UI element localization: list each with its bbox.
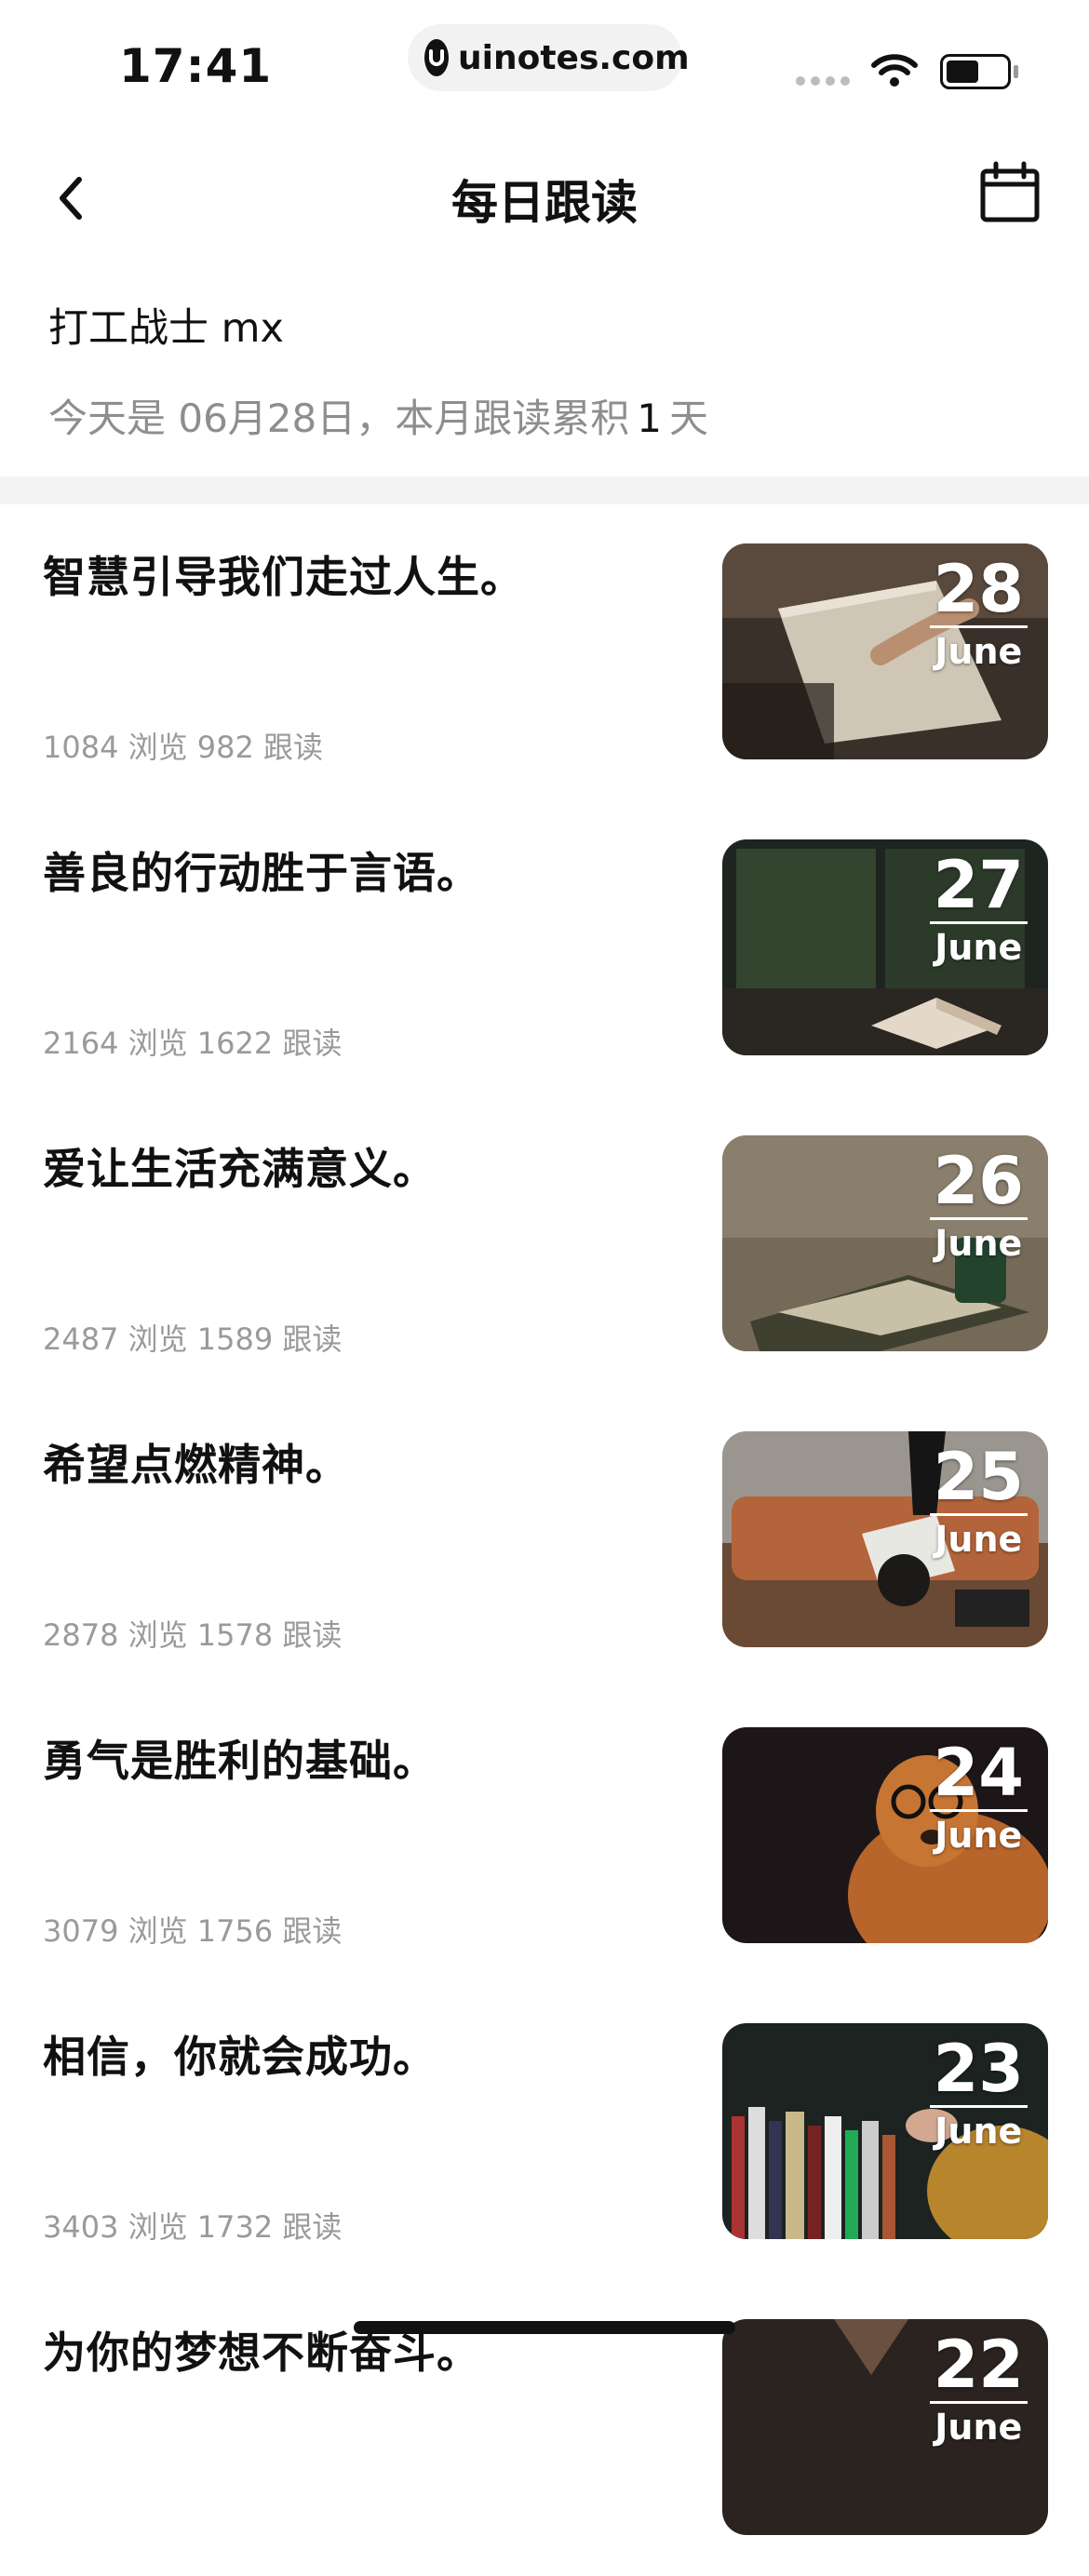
section-divider [0, 476, 1089, 504]
item-thumbnail: 26 June [722, 1135, 1048, 1351]
list-item[interactable]: 善良的行动胜于言语。 2164 浏览 1622 跟读 27 June [0, 800, 1089, 1096]
home-indicator[interactable] [354, 2321, 735, 2334]
list-item[interactable]: 勇气是胜利的基础。 3079 浏览 1756 跟读 24 June [0, 1688, 1089, 1984]
nav-bar: 每日跟读 [0, 140, 1089, 251]
item-title: 相信，你就会成功。 [43, 2032, 437, 2082]
page-title: 每日跟读 [451, 176, 638, 230]
date-day: 24 [929, 1737, 1028, 1812]
url-pill[interactable]: uinotes.com [408, 24, 690, 91]
clock: 17:41 [119, 39, 273, 93]
date-month: June [934, 2407, 1023, 2448]
date-month: June [934, 1223, 1023, 1264]
date-badge: 27 June [929, 849, 1028, 971]
cellular-signal-icon [796, 76, 850, 86]
calendar-button[interactable] [977, 160, 1052, 235]
date-month: June [934, 631, 1023, 672]
date-badge: 22 June [929, 2328, 1028, 2450]
site-logo-icon [424, 39, 449, 76]
item-thumbnail: 27 June [722, 839, 1048, 1055]
item-stats: 3403 浏览 1732 跟读 [43, 2209, 343, 2245]
status-bar: 17:41 uinotes.com [0, 0, 1089, 121]
item-title: 善良的行动胜于言语。 [43, 848, 480, 898]
item-title: 希望点燃精神。 [43, 1440, 349, 1490]
summary-suffix: 天 [668, 396, 708, 441]
list-item[interactable]: 相信，你就会成功。 3403 浏览 1732 跟读 23 June [0, 1984, 1089, 2280]
item-stats: 2487 浏览 1589 跟读 [43, 1322, 343, 1357]
item-stats: 3079 浏览 1756 跟读 [43, 1913, 343, 1949]
item-stats: 1084 浏览 982 跟读 [43, 730, 324, 765]
date-day: 25 [929, 1441, 1028, 1516]
summary-prefix: 今天是 06月28日，本月跟读累积 [48, 396, 630, 441]
item-thumbnail: 23 June [722, 2023, 1048, 2239]
date-month: June [934, 2111, 1023, 2152]
item-thumbnail: 22 June [722, 2319, 1048, 2535]
item-title: 智慧引导我们走过人生。 [43, 552, 524, 602]
date-badge: 23 June [929, 2033, 1028, 2154]
date-badge: 28 June [929, 553, 1028, 675]
date-day: 22 [929, 2328, 1028, 2404]
item-title: 勇气是胜利的基础。 [43, 1736, 437, 1786]
url-text: uinotes.com [458, 38, 690, 77]
date-badge: 25 June [929, 1441, 1028, 1563]
summary-count: 1 [637, 396, 662, 441]
date-day: 26 [929, 1145, 1028, 1220]
item-stats: 2164 浏览 1622 跟读 [43, 1026, 343, 1061]
date-day: 28 [929, 553, 1028, 628]
date-month: June [934, 1815, 1023, 1856]
battery-icon [940, 54, 1011, 89]
wifi-icon [870, 52, 919, 93]
battery-tip [1014, 65, 1018, 78]
item-stats: 2878 浏览 1578 跟读 [43, 1617, 343, 1653]
date-day: 27 [929, 849, 1028, 924]
date-badge: 24 June [929, 1737, 1028, 1858]
item-thumbnail: 25 June [722, 1431, 1048, 1647]
monthly-summary: 今天是 06月28日，本月跟读累积 1 天 [48, 387, 708, 444]
date-month: June [934, 1519, 1023, 1560]
item-title: 爱让生活充满意义。 [43, 1144, 437, 1194]
list-item[interactable]: 爱让生活充满意义。 2487 浏览 1589 跟读 26 June [0, 1096, 1089, 1392]
date-badge: 26 June [929, 1145, 1028, 1267]
item-thumbnail: 28 June [722, 543, 1048, 759]
list-item[interactable]: 希望点燃精神。 2878 浏览 1578 跟读 25 June [0, 1392, 1089, 1688]
calendar-icon [980, 161, 1040, 222]
list-item[interactable]: 智慧引导我们走过人生。 1084 浏览 982 跟读 28 June [0, 504, 1089, 800]
user-name: 打工战士 mx [48, 305, 285, 352]
date-month: June [934, 927, 1023, 968]
date-day: 23 [929, 2033, 1028, 2108]
item-thumbnail: 24 June [722, 1727, 1048, 1943]
